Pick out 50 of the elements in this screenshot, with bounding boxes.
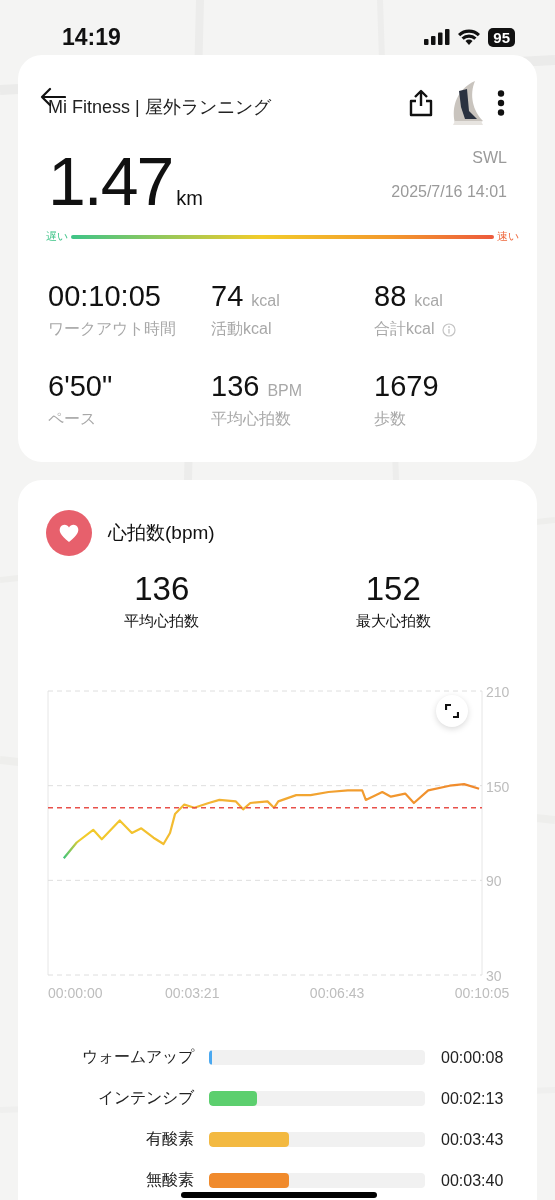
y-tick-label: 30 (486, 968, 502, 984)
x-tick-label: 00:10:05 (454, 985, 510, 1001)
zone-time: 00:03:40 (441, 1171, 504, 1190)
y-tick-label: 90 (486, 873, 502, 890)
workout-date: 2025/7/16 14:01 (391, 183, 507, 201)
x-tick-label: 00:00:00 (48, 985, 103, 1001)
stat-unit: kcal (251, 292, 280, 310)
zone-label: 有酸素 (145, 1129, 194, 1149)
scale-label: 遅い (46, 229, 68, 244)
more-icon[interactable] (497, 90, 505, 116)
x-tick-label: 00:03:21 (164, 985, 220, 1001)
stat-label: ペース (48, 409, 96, 429)
y-tick-label: 150 (486, 778, 510, 795)
summary-label: 平均心拍数 (124, 612, 200, 631)
zone-label: ウォームアップ (81, 1047, 194, 1067)
stat-value: 1679 (374, 370, 439, 403)
page-title: Mi Fitness | 屋外ランニング (48, 97, 271, 117)
share-icon[interactable] (409, 89, 433, 117)
section-title: 心拍数(bpm) (108, 521, 215, 545)
stat-label: 歩数 (374, 409, 406, 429)
summary-label: 最大心拍数 (355, 612, 431, 631)
zone-time: 00:03:43 (441, 1130, 504, 1149)
wifi-icon (458, 29, 481, 45)
signal-icon (424, 29, 451, 45)
distance-unit: km (176, 187, 204, 210)
zone-label: 無酸素 (145, 1170, 194, 1190)
summary-value: 136 (134, 570, 190, 608)
expand-icon (445, 704, 459, 718)
stat-label: 合計kcal (374, 319, 435, 339)
stat-value: 00:10:05 (48, 280, 161, 313)
device-name: SWL (472, 149, 507, 167)
stat-value: 74 (211, 280, 244, 313)
stat-unit: kcal (414, 292, 443, 310)
stat-unit: BPM (267, 382, 303, 400)
stat-label: ワークアウト時間 (48, 319, 176, 339)
zone-time: 00:00:08 (441, 1048, 504, 1067)
distance-value: 1.47 (48, 142, 173, 221)
stat-label: 平均心拍数 (211, 409, 291, 429)
zone-time: 00:02:13 (441, 1089, 504, 1108)
zone-label: インテンシブ (97, 1088, 194, 1108)
stat-value: 6'50" (48, 370, 113, 403)
summary-value: 152 (365, 570, 421, 608)
stat-value: 136 (211, 370, 260, 403)
stat-value: 88 (374, 280, 407, 313)
x-tick-label: 00:06:43 (309, 985, 365, 1001)
status-time: 14:19 (62, 23, 121, 51)
y-tick-label: 210 (486, 684, 510, 700)
scale-label: 速い (497, 229, 519, 244)
expand-button[interactable] (436, 695, 468, 727)
stat-label: 活動kcal (211, 319, 272, 339)
